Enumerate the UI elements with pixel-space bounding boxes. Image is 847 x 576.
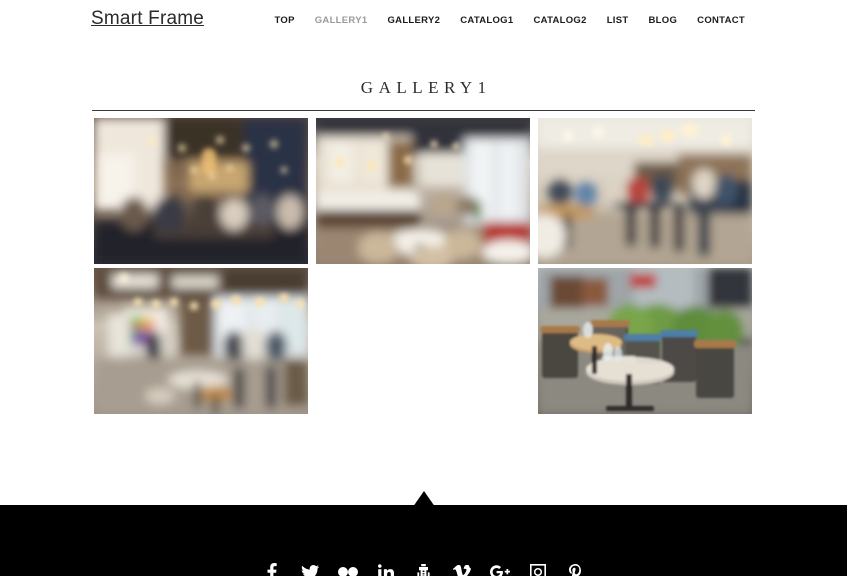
nav-item-gallery1[interactable]: GALLERY1 [305,14,378,27]
nav-item-gallery2[interactable]: GALLERY2 [377,14,450,27]
gallery-item[interactable] [94,268,308,414]
nav-item-top[interactable]: TOP [264,14,304,27]
title-divider [92,110,755,111]
gallery-item[interactable] [316,118,530,264]
scroll-to-top-button[interactable] [407,468,441,514]
nav-item-catalog2[interactable]: CATALOG2 [523,14,596,27]
gallery-item-empty [316,268,530,414]
gallery-photo-6 [538,268,752,414]
googleplus-icon[interactable] [489,562,510,576]
facebook-icon[interactable] [262,562,282,576]
gallery-photo-1 [94,118,308,264]
page-title: GALLERY1 [360,78,492,97]
nav-item-catalog1[interactable]: CATALOG1 [450,14,523,27]
linkedin-icon[interactable] [376,562,396,576]
site-header: Smart Frame TOP GALLERY1 GALLERY2 CATALOG1 C… [0,0,847,44]
gallery-item[interactable] [94,118,308,264]
nav-item-list[interactable]: LIST [597,14,639,27]
site-logo[interactable]: Smart Frame [91,7,204,31]
gallery-photo-4 [94,268,308,414]
site-footer [0,505,847,576]
main-navigation: TOP GALLERY1 GALLERY2 CATALOG1 CATALOG2 LIST B… [264,14,755,27]
nav-item-blog[interactable]: BLOG [639,14,688,27]
nav-item-contact[interactable]: CONTACT [687,14,755,27]
gallery-photo-2 [316,118,530,264]
pinterest-icon[interactable] [566,562,586,576]
gallery-photo-3 [538,118,752,264]
twitter-icon[interactable] [300,562,320,576]
vimeo-icon[interactable] [452,562,472,576]
social-links [0,562,847,576]
gallery-item[interactable] [538,268,752,414]
instagram-icon[interactable] [528,562,548,576]
flickr-icon[interactable] [337,562,358,576]
gallery-item[interactable] [538,118,752,264]
youtube-icon[interactable] [414,562,434,576]
